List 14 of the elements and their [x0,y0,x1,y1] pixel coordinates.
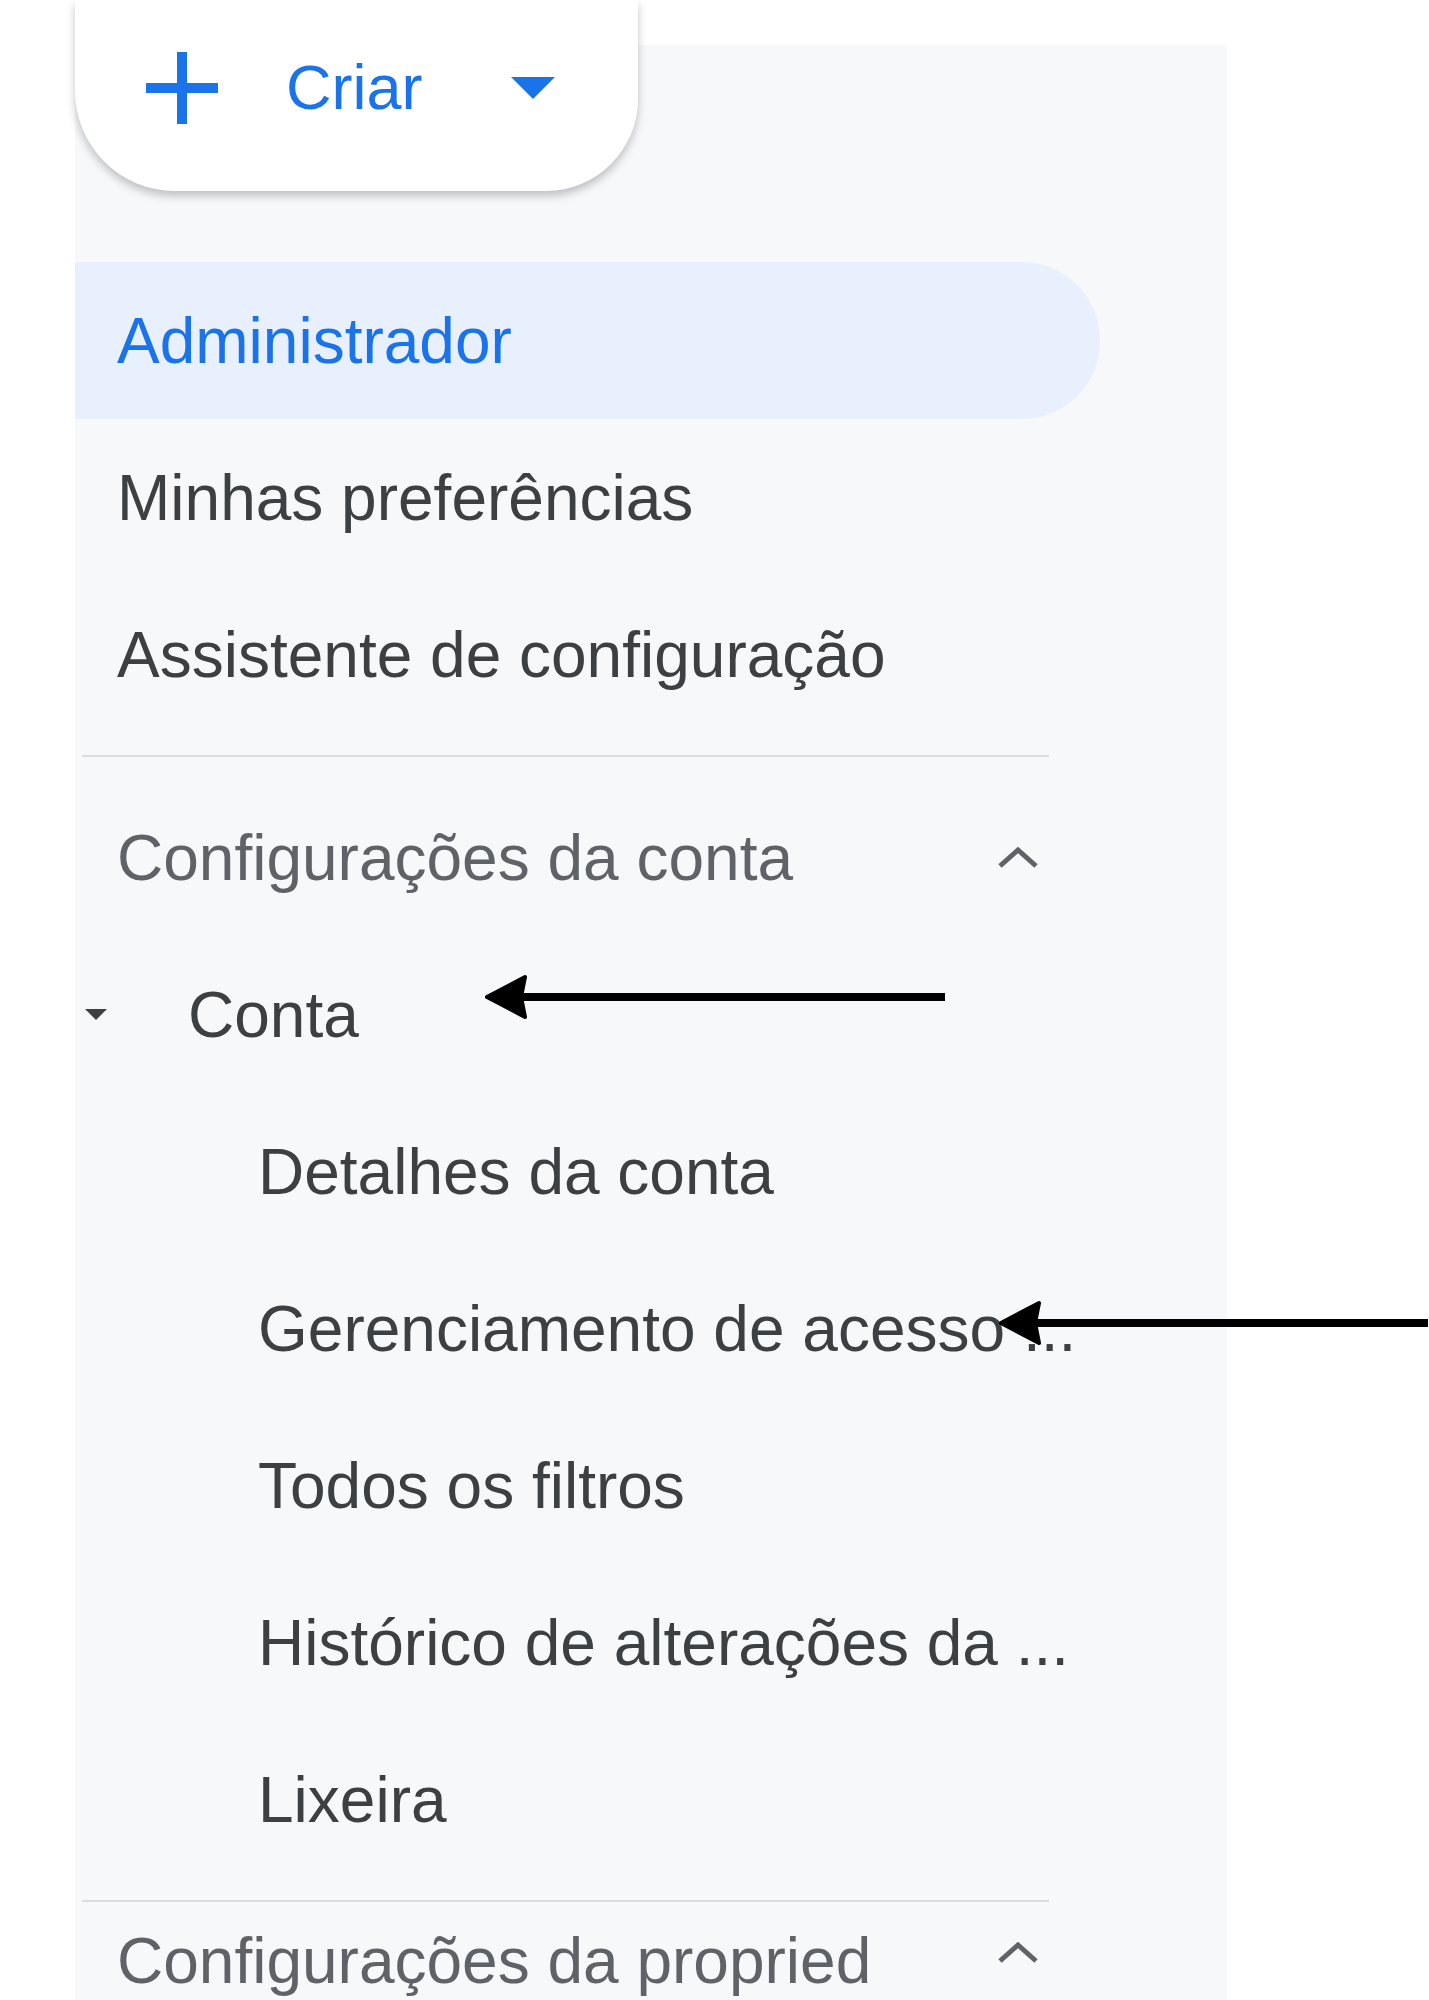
nav-item[interactable]: Lixeira [75,1721,1100,1878]
nav-item[interactable]: Minhas preferências [75,419,1100,576]
nav-item[interactable]: Todos os filtros [75,1407,1100,1564]
nav-item[interactable]: Gerenciamento de acesso ... [75,1250,1100,1407]
nav-item[interactable]: Administrador [75,262,1100,419]
section-header[interactable]: Configurações da propried [75,1924,1075,1996]
nav-item[interactable]: Assistente de configuração [75,576,1100,733]
create-button[interactable]: Criar [75,0,638,191]
nav-item[interactable]: Detalhes da conta [75,1093,1100,1250]
plus-icon [146,51,218,124]
caret-icon [510,76,555,99]
nav-item[interactable]: Histórico de alterações da ... [75,1564,1100,1721]
section-header[interactable]: Configurações da conta [75,779,1075,936]
nav-item[interactable]: Conta [75,936,1100,1093]
